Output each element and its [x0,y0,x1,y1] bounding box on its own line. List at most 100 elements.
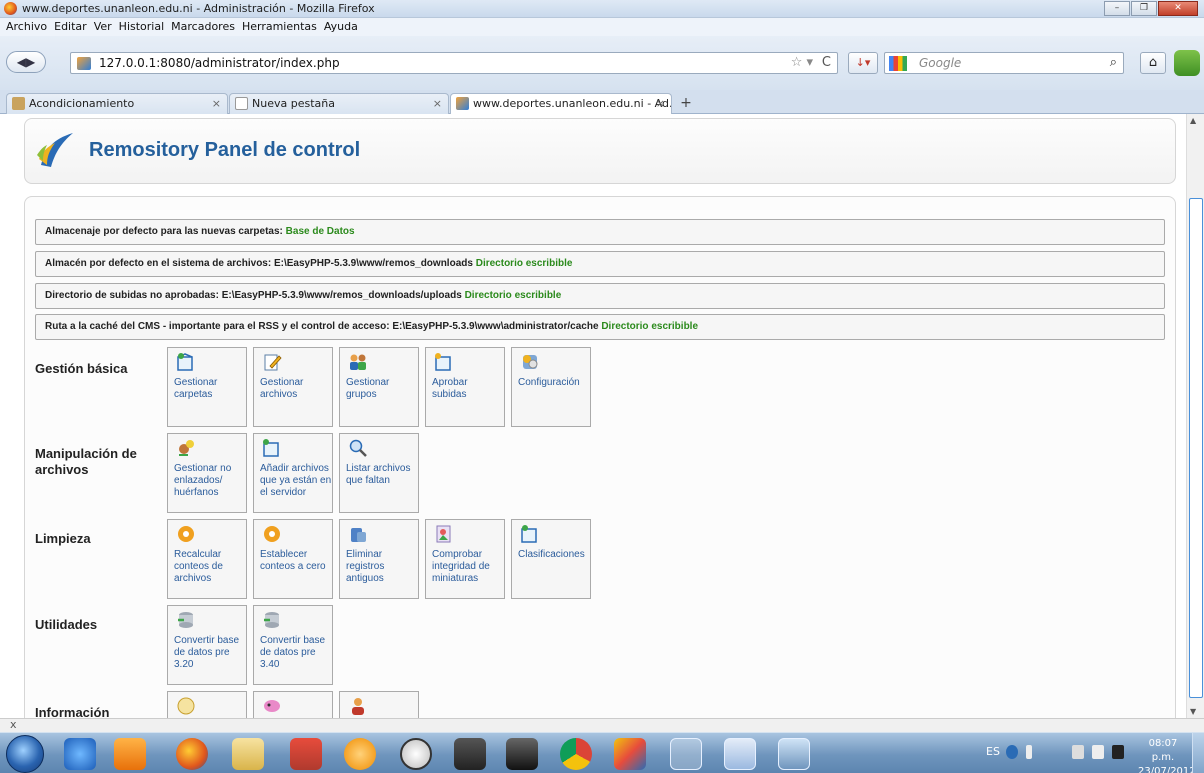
scrollbar-thumb[interactable] [1189,198,1203,698]
media-app-icon[interactable] [454,738,486,770]
help-icon[interactable] [1006,745,1018,759]
tile-label[interactable]: Convertir base de datos pre 3.40 [260,635,332,671]
tab-close-icon[interactable]: × [656,94,665,113]
menu-herramientas[interactable]: Herramientas [242,18,317,36]
menu-editar[interactable]: Editar [54,18,87,36]
volume-icon[interactable] [1092,745,1104,759]
addon-download-button[interactable]: ↓▾ [848,52,878,74]
tile-aprobar-subidas[interactable]: Aprobar subidas [425,347,505,427]
tile-eliminar-registros[interactable]: Eliminar registros antiguos [339,519,419,599]
menu-marcadores[interactable]: Marcadores [171,18,235,36]
url-text[interactable]: 127.0.0.1:8080/administrator/index.php [99,56,340,70]
show-desktop-button[interactable] [1192,733,1204,773]
bookmark-star-icon[interactable]: ☆ ▾ [791,55,813,70]
clock-app-icon[interactable] [400,738,432,770]
menu-historial[interactable]: Historial [119,18,164,36]
tile-label[interactable]: Gestionar no enlazados/ huérfanos [174,463,246,499]
system-tray: ES 08:07 p.m. 23/07/2012 [960,733,1204,773]
reload-icon[interactable]: C [822,55,831,70]
tile-gestionar-archivos[interactable]: Gestionar archivos [253,347,333,427]
tile-gestionar-carpetas[interactable]: Gestionar carpetas [167,347,247,427]
addon-bar-close-button[interactable]: x [10,718,17,731]
tab-acondicionamiento[interactable]: Acondicionamiento × [6,93,228,114]
tile-label[interactable]: Clasificaciones [518,549,590,561]
tile-label[interactable]: Gestionar carpetas [174,377,246,401]
device-icon[interactable] [1072,745,1084,759]
firefox-icon [4,2,17,15]
tab-label: Nueva pestaña [252,97,335,110]
language-indicator[interactable]: ES [986,745,1000,758]
tile-label[interactable]: Establecer conteos a cero [260,549,332,573]
tile-label[interactable]: Gestionar grupos [346,377,418,401]
search-icon[interactable]: ⌕ [1110,55,1117,70]
menu-archivo[interactable]: Archivo [6,18,47,36]
tile-configuracion[interactable]: Configuración [511,347,591,427]
google-engine-icon[interactable] [889,56,907,71]
tray-clock[interactable]: 08:07 p.m. 23/07/2012 [1138,737,1196,773]
menu-ver[interactable]: Ver [94,18,112,36]
network-icon[interactable] [1112,745,1124,759]
tile-label[interactable]: Listar archivos que faltan [346,463,418,487]
maximize-button[interactable]: ❐ [1131,1,1157,16]
minimize-button[interactable]: – [1104,1,1130,16]
tab-close-icon[interactable]: × [433,94,442,113]
tile-label[interactable]: Convertir base de datos pre 3.20 [174,635,246,671]
app-spiral-icon[interactable] [344,738,376,770]
picture-viewer-icon[interactable] [778,738,810,770]
tile-gestionar-grupos[interactable]: Gestionar grupos [339,347,419,427]
file-explorer-icon[interactable] [232,738,264,770]
site-identity-icon[interactable] [77,57,91,70]
url-bar[interactable]: 127.0.0.1:8080/administrator/index.php ☆… [70,52,838,74]
word-icon[interactable] [724,738,756,770]
app-red-icon[interactable] [290,738,322,770]
tile-info-2[interactable] [253,691,333,718]
tab-close-icon[interactable]: × [212,94,221,113]
app-orange-icon[interactable] [114,738,146,770]
tile-recalcular-conteos[interactable]: Recalcular conteos de archivos [167,519,247,599]
tile-label[interactable]: Gestionar archivos [260,377,332,401]
control-panel: Almacenaje por defecto para las nuevas c… [24,196,1176,718]
firefox-taskbar-icon[interactable] [176,738,208,770]
new-tab-button[interactable]: + [676,95,696,113]
windows-taskbar: ES 08:07 p.m. 23/07/2012 [0,732,1204,773]
page-scrollbar[interactable]: ▲ ▼ [1186,114,1204,718]
tile-convertir-340[interactable]: Convertir base de datos pre 3.40 [253,605,333,685]
firefox-active-task[interactable] [670,738,702,770]
scroll-up-icon[interactable]: ▲ [1190,116,1196,125]
search-placeholder[interactable]: Google [919,56,961,70]
tile-label[interactable]: Eliminar registros antiguos [346,549,418,585]
thumbnail-icon [436,525,451,543]
tile-comprobar-miniaturas[interactable]: Comprobar integridad de miniaturas [425,519,505,599]
chrome-icon[interactable] [560,738,592,770]
tile-convertir-320[interactable]: Convertir base de datos pre 3.20 [167,605,247,685]
tile-label[interactable]: Recalcular conteos de archivos [174,549,246,585]
close-window-button[interactable]: ✕ [1158,1,1198,16]
globe-icon [177,697,195,715]
media-player-icon[interactable] [506,738,538,770]
back-forward-button[interactable]: ◀▶ [6,51,46,73]
tile-label[interactable]: Comprobar integridad de miniaturas [432,549,504,585]
tile-clasificaciones[interactable]: Clasificaciones [511,519,591,599]
tile-label[interactable]: Aprobar subidas [432,377,504,401]
tile-establecer-conteos[interactable]: Establecer conteos a cero [253,519,333,599]
section-label-utilidades: Utilidades [35,617,98,632]
home-button[interactable]: ⌂ [1140,52,1166,74]
scroll-down-icon[interactable]: ▼ [1190,707,1196,716]
start-button[interactable] [6,735,44,773]
tile-info-3[interactable] [339,691,419,718]
tile-listar-archivos[interactable]: Listar archivos que faltan [339,433,419,513]
internet-explorer-icon[interactable] [64,738,96,770]
info-text: Almacén por defecto en el sistema de arc… [45,258,473,269]
menu-ayuda[interactable]: Ayuda [324,18,358,36]
tray-expand-icon[interactable] [1026,745,1032,759]
addon-icon[interactable] [1174,50,1200,76]
search-box[interactable]: Google ⌕ [884,52,1124,74]
tile-info-1[interactable] [167,691,247,718]
tab-deportes[interactable]: www.deportes.unanleon.edu.ni - Ad... × [450,93,672,115]
tile-label[interactable]: Añadir archivos que ya están en el servi… [260,463,332,499]
tab-nueva-pestana[interactable]: Nueva pestaña × [229,93,449,114]
app-shapes-icon[interactable] [614,738,646,770]
tile-label[interactable]: Configuración [518,377,590,389]
tile-gestionar-no-enlazados[interactable]: Gestionar no enlazados/ huérfanos [167,433,247,513]
tile-anadir-archivos[interactable]: Añadir archivos que ya están en el servi… [253,433,333,513]
